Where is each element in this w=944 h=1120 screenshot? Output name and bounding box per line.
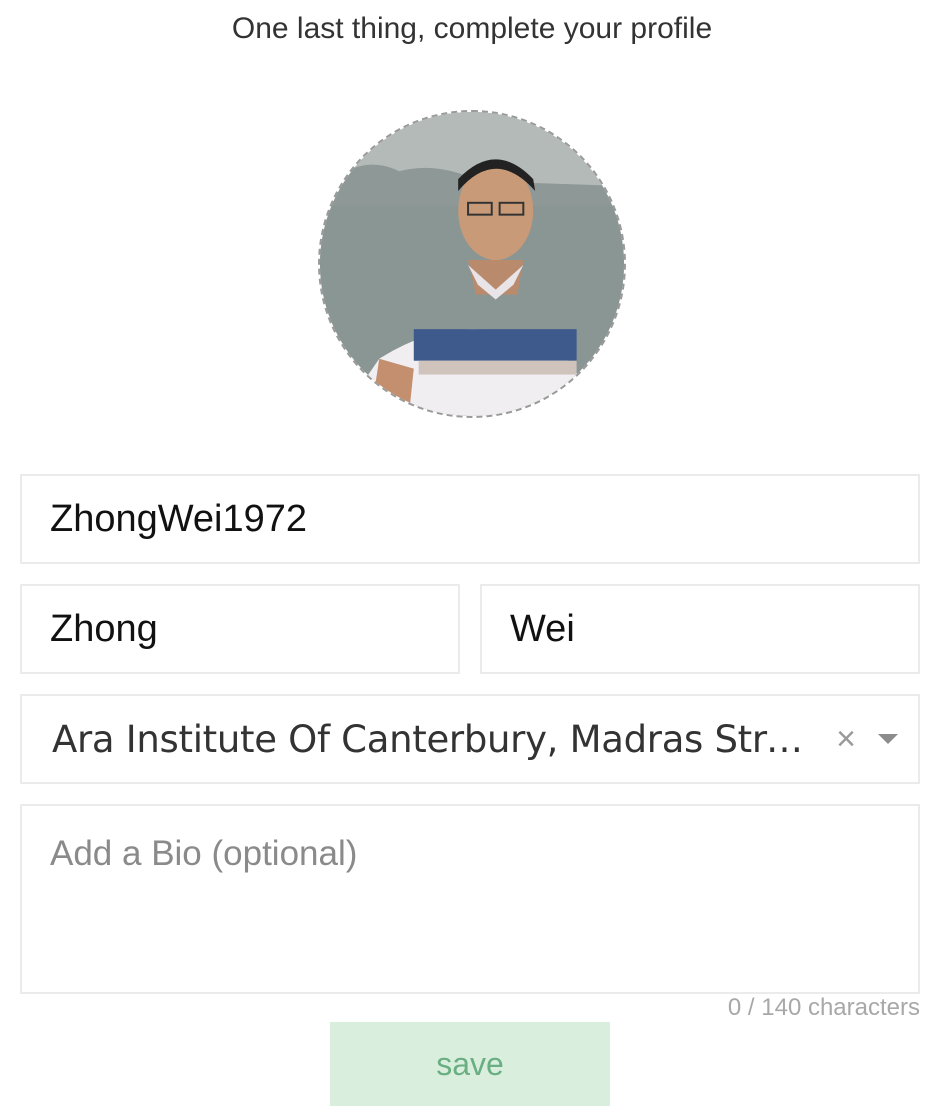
username-input[interactable] [20,474,920,564]
save-button[interactable]: save [330,1022,610,1106]
avatar-upload[interactable] [318,110,626,418]
institution-select[interactable]: Ara Institute Of Canterbury, Madras Stre… [20,694,920,784]
avatar-photo [320,112,624,416]
institution-value: Ara Institute Of Canterbury, Madras Stre… [52,717,822,761]
last-name-input[interactable] [480,584,920,674]
caret-down-icon[interactable] [876,733,900,745]
profile-page: One last thing, complete your profile Ar… [0,0,944,1120]
first-name-input[interactable] [20,584,460,674]
close-icon[interactable]: × [830,722,862,756]
bio-character-counter: 0 / 140 characters [727,994,920,1021]
page-title: One last thing, complete your profile [231,12,713,45]
bio-textarea[interactable] [20,804,920,994]
